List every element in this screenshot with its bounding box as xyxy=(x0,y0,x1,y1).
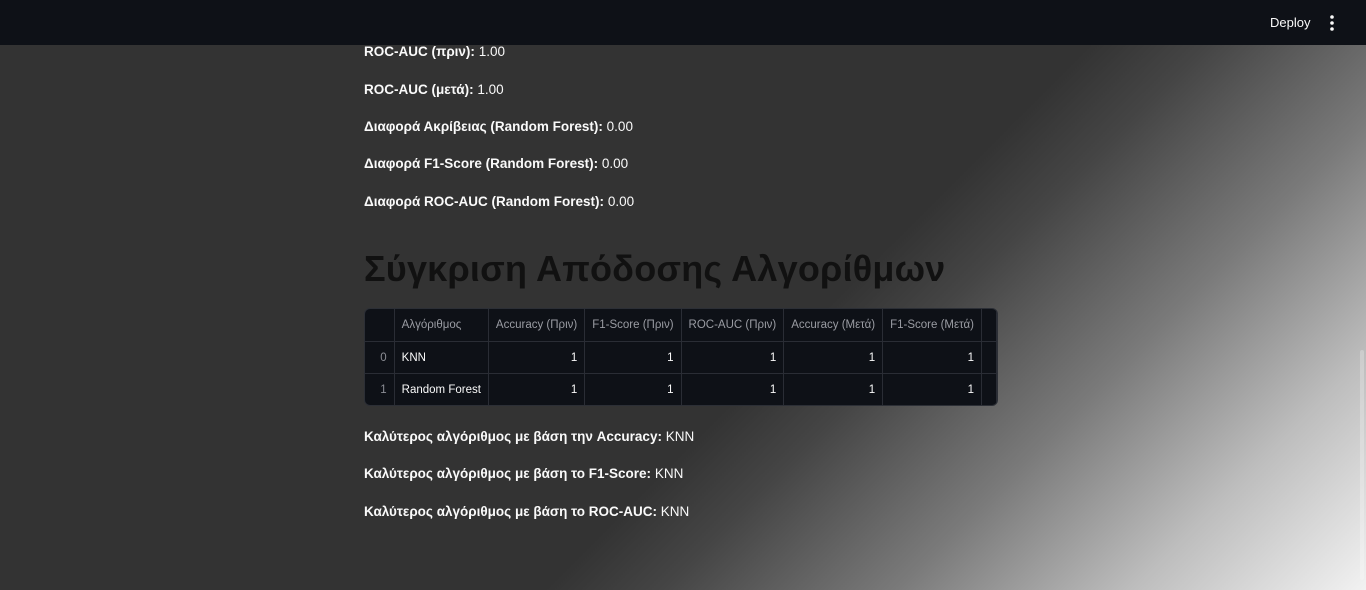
table-row[interactable]: 0 KNN 1 1 1 1 1 xyxy=(365,341,997,374)
metric-label: ROC-AUC (πριν): xyxy=(364,44,475,59)
app-header: Deploy xyxy=(0,0,1366,45)
cell-value[interactable]: 1 xyxy=(882,341,982,374)
best-value: KNN xyxy=(654,466,684,481)
cell-value[interactable]: 1 xyxy=(681,373,785,405)
column-header-roc-auc-before[interactable]: ROC-AUC (Πριν) xyxy=(681,309,785,342)
cell-value[interactable]: 1 xyxy=(681,341,785,374)
column-header-accuracy-after[interactable]: Accuracy (Μετά) xyxy=(783,309,884,342)
comparison-dataframe[interactable]: Αλγόριθμος Accuracy (Πριν) F1-Score (Πρι… xyxy=(364,308,998,406)
cell-value[interactable]: 1 xyxy=(584,373,682,405)
best-by-f1: Καλύτερος αλγόριθμος με βάση το F1-Score… xyxy=(364,466,683,481)
table-header-row: Αλγόριθμος Accuracy (Πριν) F1-Score (Πρι… xyxy=(365,309,997,342)
page-scrollbar[interactable] xyxy=(1360,350,1364,580)
metric-label: ROC-AUC (μετά): xyxy=(364,82,474,97)
metric-roc-auc-diff: Διαφορά ROC-AUC (Random Forest): 0.00 xyxy=(364,194,634,209)
metric-label: Διαφορά F1-Score (Random Forest): xyxy=(364,156,599,171)
cell-value[interactable]: 1 xyxy=(584,341,682,374)
best-label: Καλύτερος αλγόριθμος με βάση το ROC-AUC: xyxy=(364,504,658,519)
metric-roc-auc-after: ROC-AUC (μετά): 1.00 xyxy=(364,82,504,97)
column-header-f1-after[interactable]: F1-Score (Μετά) xyxy=(882,309,982,342)
metric-roc-auc-before: ROC-AUC (πριν): 1.00 xyxy=(364,44,505,59)
column-header-index[interactable] xyxy=(365,309,395,342)
cell-algorithm[interactable]: KNN xyxy=(394,341,489,374)
row-index: 0 xyxy=(365,341,395,374)
cell-overflow xyxy=(981,341,997,374)
best-by-accuracy: Καλύτερος αλγόριθμος με βάση την Accurac… xyxy=(364,429,694,444)
cell-algorithm[interactable]: Random Forest xyxy=(394,373,489,405)
more-vertical-icon xyxy=(1320,11,1344,35)
metric-label: Διαφορά ROC-AUC (Random Forest): xyxy=(364,194,605,209)
cell-value[interactable]: 1 xyxy=(783,373,884,405)
section-title: Σύγκριση Απόδοσης Αλγορίθμων xyxy=(364,248,946,289)
best-by-roc-auc: Καλύτερος αλγόριθμος με βάση το ROC-AUC:… xyxy=(364,504,689,519)
metric-accuracy-diff: Διαφορά Ακρίβειας (Random Forest): 0.00 xyxy=(364,119,633,134)
row-index: 1 xyxy=(365,373,395,405)
best-label: Καλύτερος αλγόριθμος με βάση την Accurac… xyxy=(364,429,662,444)
best-value: KNN xyxy=(660,504,690,519)
best-label: Καλύτερος αλγόριθμος με βάση το F1-Score… xyxy=(364,466,652,481)
metric-value: 1.00 xyxy=(477,82,504,97)
metric-value: 0.00 xyxy=(601,156,629,171)
best-value: KNN xyxy=(665,429,695,444)
metric-value: 0.00 xyxy=(607,194,635,209)
cell-value[interactable]: 1 xyxy=(882,373,982,405)
metric-label: Διαφορά Ακρίβειας (Random Forest): xyxy=(364,119,603,134)
cell-value[interactable]: 1 xyxy=(488,373,586,405)
cell-value[interactable]: 1 xyxy=(783,341,884,374)
comparison-table: Αλγόριθμος Accuracy (Πριν) F1-Score (Πρι… xyxy=(365,309,997,405)
column-header-f1-before[interactable]: F1-Score (Πριν) xyxy=(584,309,682,342)
cell-overflow xyxy=(981,373,997,405)
table-row[interactable]: 1 Random Forest 1 1 1 1 1 xyxy=(365,373,997,405)
metric-value: 1.00 xyxy=(478,44,505,59)
column-header-accuracy-before[interactable]: Accuracy (Πριν) xyxy=(488,309,586,342)
cell-value[interactable]: 1 xyxy=(488,341,586,374)
deploy-button[interactable]: Deploy xyxy=(1258,11,1322,35)
main-menu-button[interactable] xyxy=(1320,11,1344,35)
column-header-overflow xyxy=(981,309,997,342)
metric-f1-diff: Διαφορά F1-Score (Random Forest): 0.00 xyxy=(364,156,628,171)
column-header-algorithm[interactable]: Αλγόριθμος xyxy=(394,309,489,342)
metric-value: 0.00 xyxy=(606,119,633,134)
